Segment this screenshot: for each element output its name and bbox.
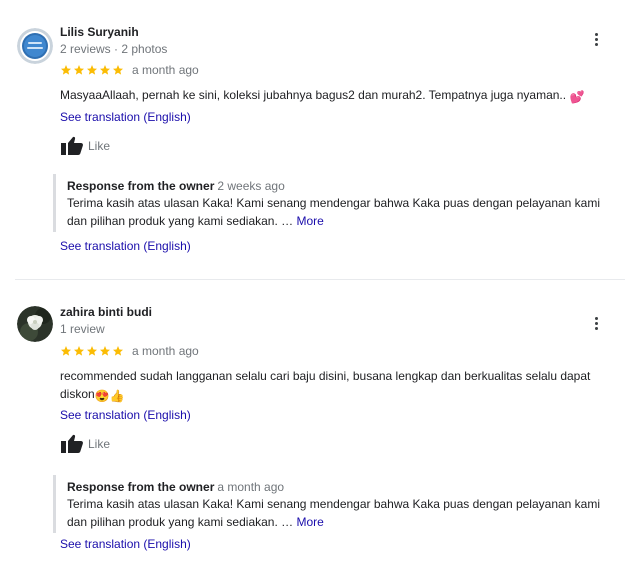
owner-response-content: Terima kasih atas ulasan Kaka! Kami sena… [67, 196, 601, 228]
owner-response-header: Response from the owner a month ago [67, 479, 623, 495]
star-rating [60, 345, 124, 357]
avatar-flower-photo-icon[interactable] [17, 306, 53, 342]
star-icon [87, 346, 97, 356]
see-translation-link[interactable]: See translation (English) [60, 110, 191, 124]
owner-response-text: Terima kasih atas ulasan Kaka! Kami sena… [67, 495, 622, 531]
more-link[interactable]: More [296, 515, 323, 529]
star-icon [61, 65, 71, 75]
review-time: a month ago [132, 344, 199, 358]
heart-emoji-icon: 💕 [569, 90, 585, 104]
thumbs-up-icon [61, 136, 83, 155]
see-translation-link[interactable]: See translation (English) [60, 408, 191, 422]
rating-row: a month ago [60, 343, 199, 359]
thumbs-up-icon [61, 434, 83, 453]
reviewer-name[interactable]: Lilis Suryanih [60, 25, 139, 39]
reviewer-meta: 2 reviews · 2 photos [60, 42, 168, 56]
like-button[interactable]: Like [60, 434, 110, 454]
review-text-content: recommended sudah langganan selalu cari … [60, 369, 591, 401]
star-icon [100, 65, 110, 75]
star-icon [87, 65, 97, 75]
review-text: MasyaaAllaah, pernah ke sini, koleksi ju… [60, 86, 612, 106]
more-link[interactable]: More [296, 214, 323, 228]
avatar-blue-badge-icon[interactable] [17, 28, 53, 64]
star-icon [113, 65, 123, 75]
owner-response-heading: Response from the owner [67, 179, 215, 193]
star-icon [61, 346, 71, 356]
more-options-icon[interactable] [586, 313, 606, 333]
star-icon [74, 65, 84, 75]
review-text-content: MasyaaAllaah, pernah ke sini, koleksi ju… [60, 88, 570, 102]
star-rating [60, 64, 124, 76]
owner-response-header: Response from the owner 2 weeks ago [67, 178, 623, 194]
review-time: a month ago [132, 63, 199, 77]
smile-thumbs-emoji-icon: 😍👍 [94, 389, 125, 403]
review-text: recommended sudah langganan selalu cari … [60, 367, 612, 405]
star-icon [74, 346, 84, 356]
star-icon [100, 346, 110, 356]
owner-response: Response from the owner a month ago Terim… [53, 475, 623, 533]
owner-response-heading: Response from the owner [67, 480, 215, 494]
rating-row: a month ago [60, 62, 199, 78]
reviewer-name[interactable]: zahira binti budi [60, 305, 152, 319]
owner-response-text: Terima kasih atas ulasan Kaka! Kami sena… [67, 194, 622, 230]
owner-response-time: a month ago [217, 480, 285, 494]
like-label: Like [88, 437, 111, 451]
star-icon [113, 346, 123, 356]
like-label: Like [88, 139, 111, 153]
owner-response: Response from the owner 2 weeks ago Terim… [53, 174, 623, 232]
owner-response-time: 2 weeks ago [217, 179, 285, 193]
owner-response-content: Terima kasih atas ulasan Kaka! Kami sena… [67, 497, 601, 529]
more-options-icon[interactable] [586, 29, 606, 49]
response-see-translation-link[interactable]: See translation (English) [60, 239, 191, 253]
like-button[interactable]: Like [60, 136, 110, 156]
reviewer-meta: 1 review [60, 322, 105, 336]
divider [15, 279, 625, 280]
response-see-translation-link[interactable]: See translation (English) [60, 537, 191, 551]
